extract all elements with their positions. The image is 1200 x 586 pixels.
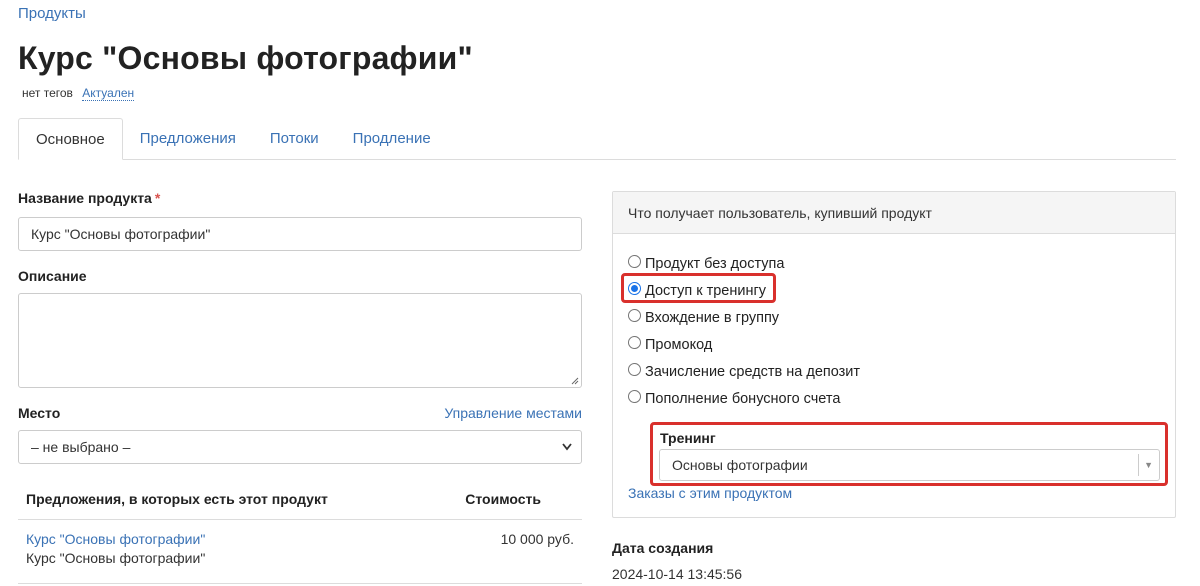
tags-text: нет тегов <box>22 86 73 100</box>
place-label: Место <box>18 405 61 421</box>
resize-handle-icon[interactable] <box>571 377 579 385</box>
offer-price: 10 000 руб. <box>500 531 574 547</box>
caret-down-icon: ▼ <box>1144 460 1153 470</box>
required-mark: * <box>154 190 161 206</box>
radio-label: Зачисление средств на депозит <box>645 363 861 380</box>
tab-offers[interactable]: Предложения <box>123 118 253 160</box>
table-row: Курс "Основы фотографии" Курс "Основы фо… <box>18 520 582 584</box>
radio-button[interactable] <box>628 336 641 349</box>
place-row: Место Управление местами <box>18 405 582 425</box>
radio-label: Пополнение бонусного счета <box>645 390 841 407</box>
tabs-bar: Основное Предложения Потоки Продление <box>18 118 1176 160</box>
chevron-down-icon <box>561 431 573 475</box>
radio-label: Продукт без доступа <box>645 255 785 272</box>
select-divider <box>1138 454 1139 476</box>
created-date-label: Дата создания <box>612 540 714 556</box>
radio-button[interactable] <box>628 363 641 376</box>
radio-button-checked[interactable] <box>628 282 641 295</box>
radio-label: Вхождение в группу <box>645 309 780 326</box>
radio-training-access[interactable]: Доступ к тренингу <box>628 277 1175 304</box>
tab-renewal[interactable]: Продление <box>336 118 448 160</box>
place-select-value: – не выбрано – <box>31 439 131 455</box>
name-label: Название продукта * <box>18 190 582 212</box>
page-title: Курс "Основы фотографии" <box>18 40 473 76</box>
offers-table-header: Предложения, в которых есть этот продукт… <box>18 478 582 520</box>
description-label: Описание <box>18 268 87 284</box>
access-panel-header: Что получает пользователь, купивший прод… <box>613 192 1175 234</box>
description-textarea[interactable] <box>18 293 582 388</box>
product-form: Название продукта * Курс "Основы фотограф… <box>18 190 582 584</box>
radio-deposit[interactable]: Зачисление средств на депозит <box>628 358 1175 385</box>
place-select[interactable]: – не выбрано – <box>18 430 582 464</box>
breadcrumb-products[interactable]: Продукты <box>18 5 86 22</box>
access-radio-list: Продукт без доступа Доступ к тренингу Вх… <box>613 234 1175 412</box>
training-select[interactable]: Основы фотографии ▼ <box>659 449 1160 481</box>
radio-button[interactable] <box>628 309 641 322</box>
tags-row: нет тегов Актуален <box>22 86 135 101</box>
radio-button[interactable] <box>628 390 641 403</box>
created-date-value: 2024-10-14 13:45:56 <box>612 566 742 582</box>
radio-button[interactable] <box>628 255 641 268</box>
offer-name-cell: Курс "Основы фотографии" Курс "Основы фо… <box>26 530 205 583</box>
tab-streams[interactable]: Потоки <box>253 118 336 160</box>
offers-col-price: Стоимость <box>465 491 541 507</box>
radio-no-access[interactable]: Продукт без доступа <box>628 250 1175 277</box>
training-select-value: Основы фотографии <box>672 457 808 473</box>
radio-group-entry[interactable]: Вхождение в группу <box>628 304 1175 331</box>
offer-link[interactable]: Курс "Основы фотографии" <box>26 530 205 548</box>
offers-table: Предложения, в которых есть этот продукт… <box>18 478 582 584</box>
offers-col-name: Предложения, в которых есть этот продукт <box>26 491 328 507</box>
offer-product-name: Курс "Основы фотографии" <box>26 550 206 566</box>
training-field-highlight: Тренинг Основы фотографии ▼ <box>650 422 1168 486</box>
radio-label: Промокод <box>645 336 713 353</box>
radio-promocode[interactable]: Промокод <box>628 331 1175 358</box>
status-link[interactable]: Актуален <box>82 86 135 101</box>
name-label-text: Название продукта <box>18 190 152 206</box>
training-label: Тренинг <box>660 430 716 446</box>
orders-with-product-link[interactable]: Заказы с этим продуктом <box>628 485 792 501</box>
radio-bonus[interactable]: Пополнение бонусного счета <box>628 385 1175 412</box>
manage-places-link[interactable]: Управление местами <box>444 405 582 421</box>
tab-main[interactable]: Основное <box>18 118 123 160</box>
product-name-input[interactable]: Курс "Основы фотографии" <box>18 217 582 251</box>
radio-label: Доступ к тренингу <box>645 282 767 299</box>
